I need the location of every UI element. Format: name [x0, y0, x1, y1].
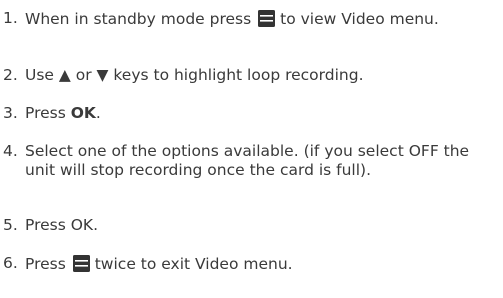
step-text-part: to view Video menu. [280, 10, 439, 28]
step-text-prefix: Press [25, 104, 71, 122]
step-text: Select one of the options available. (if… [25, 142, 475, 179]
instruction-step-2: 2. Use ▲ or ▼ keys to highlight loop rec… [0, 66, 503, 85]
step-text: Press twice to exit Video menu. [25, 254, 503, 274]
step-text: Press OK. [25, 104, 503, 123]
step-text: When in standby mode press to view Video… [25, 9, 503, 29]
step-text-part: When in standby mode press [25, 10, 252, 28]
step-text: Press OK. [25, 216, 99, 234]
step-number: 4. [3, 142, 18, 160]
step-text-suffix: . [95, 104, 101, 122]
step-number: 2. [3, 66, 18, 84]
menu-icon [257, 9, 276, 28]
step-text-part: twice to exit Video menu. [94, 255, 293, 273]
step-number: 3. [3, 104, 18, 122]
instruction-step-6: 6. Press twice to exit Video menu. [0, 254, 503, 274]
step-text-part: Press [25, 255, 66, 273]
instruction-step-4: 4. Select one of the options available. … [0, 142, 503, 180]
instruction-step-5: 5. Press OK. [0, 216, 503, 235]
step-number: 1. [3, 9, 18, 27]
step-number: 5. [3, 216, 18, 234]
instruction-step-3: 3. Press OK. [0, 104, 503, 123]
menu-icon [72, 254, 91, 273]
ok-key-label: OK [70, 104, 96, 122]
step-number: 6. [3, 254, 18, 272]
step-text: Use ▲ or ▼ keys to highlight loop record… [25, 66, 364, 84]
instruction-step-1: 1. When in standby mode press to view Vi… [0, 9, 503, 29]
